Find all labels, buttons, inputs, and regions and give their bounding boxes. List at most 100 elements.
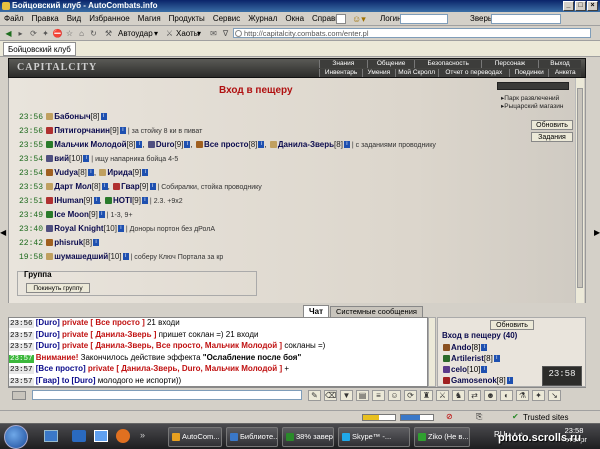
tasks-button[interactable]: Задания bbox=[531, 132, 573, 142]
player-name[interactable]: HOTI bbox=[113, 196, 132, 205]
player-name[interactable]: шумашедший bbox=[54, 252, 108, 261]
menu-item-view[interactable]: Вид bbox=[63, 12, 85, 26]
player-info-icon[interactable]: i bbox=[93, 239, 100, 247]
nav-character[interactable]: Персонаж bbox=[480, 60, 538, 68]
player-name[interactable]: phisruk bbox=[54, 238, 83, 247]
stop-icon[interactable]: ✦ bbox=[40, 28, 51, 39]
menu-item-windows[interactable]: Окна bbox=[281, 12, 308, 26]
show-desktop-icon[interactable] bbox=[44, 430, 58, 442]
taskbar-task[interactable]: Ziko (Не в... bbox=[414, 427, 470, 447]
home-icon[interactable] bbox=[336, 14, 346, 24]
taskbar-task[interactable]: 38% завер... bbox=[282, 427, 334, 447]
online-player[interactable]: celo[10] i bbox=[442, 364, 513, 375]
back-icon[interactable]: ◀ bbox=[3, 28, 14, 39]
nav-skills[interactable]: Умения bbox=[362, 69, 395, 77]
sword-icon[interactable]: ⚔ bbox=[436, 390, 449, 401]
close-button[interactable]: × bbox=[587, 1, 598, 11]
player-name[interactable]: Vudya bbox=[54, 168, 78, 177]
nav-inventory[interactable]: Инвентарь bbox=[319, 69, 363, 77]
player-name[interactable]: Гвар bbox=[121, 182, 139, 191]
menu-item-favorites[interactable]: Избранное bbox=[85, 12, 134, 26]
nav-profile[interactable]: Анкета bbox=[548, 69, 581, 77]
player-info-icon[interactable]: i bbox=[493, 355, 500, 363]
room-link-park[interactable]: ▸Парк развлечений bbox=[501, 95, 559, 103]
player-name[interactable]: IHuman bbox=[54, 196, 83, 205]
player-name[interactable]: Пятигорчанин bbox=[54, 126, 110, 135]
nav-chat[interactable]: Общение bbox=[366, 60, 415, 68]
player-info-icon[interactable]: i bbox=[481, 344, 488, 352]
star-icon[interactable]: ☆ bbox=[64, 28, 75, 39]
forward-icon[interactable]: ▸ bbox=[15, 28, 26, 39]
haoty-dropdown[interactable]: ▾ bbox=[197, 28, 201, 39]
taskbar-task[interactable]: Библиоте... bbox=[226, 427, 278, 447]
online-player[interactable]: Gamosenok[8] i bbox=[442, 375, 513, 386]
chat-author[interactable]: [Duro] bbox=[36, 330, 62, 339]
chat-private-recipients[interactable]: private [ Все просто ] bbox=[62, 318, 147, 327]
menu-item-edit[interactable]: Правка bbox=[28, 12, 63, 26]
chat-author[interactable]: [Duro] bbox=[36, 341, 62, 350]
nav-exit[interactable]: Выход bbox=[537, 60, 582, 68]
player-info-icon[interactable]: i bbox=[87, 169, 94, 177]
autoudar-button[interactable]: Автоудар bbox=[118, 28, 153, 39]
player-name[interactable]: Ирида bbox=[107, 168, 132, 177]
page-scroll-thumb[interactable] bbox=[577, 88, 583, 288]
menu-item-magic[interactable]: Магия bbox=[134, 12, 165, 26]
minimize-button[interactable]: _ bbox=[563, 1, 574, 11]
chat-time[interactable]: 23:57 bbox=[9, 366, 34, 374]
potion-icon[interactable]: ⚗ bbox=[516, 390, 529, 401]
chat-scrollbar[interactable] bbox=[428, 317, 436, 387]
smiles-icon[interactable]: ☺ bbox=[388, 390, 401, 401]
online-player-name[interactable]: Ando bbox=[451, 343, 471, 352]
chat-mode-icon[interactable] bbox=[12, 391, 26, 400]
login-input[interactable] bbox=[400, 14, 448, 24]
chat-time[interactable]: 23:57 bbox=[9, 377, 34, 386]
player-info-icon[interactable]: i bbox=[93, 197, 100, 205]
smile-icon[interactable]: ☺▾ bbox=[352, 14, 366, 24]
player-name[interactable]: вий bbox=[54, 154, 69, 163]
player-name[interactable]: Бабоныч bbox=[54, 112, 90, 121]
player-info-icon[interactable]: i bbox=[184, 141, 191, 149]
chat-author[interactable]: [Duro] bbox=[36, 318, 62, 327]
cycle-icon[interactable]: ↻ bbox=[88, 28, 99, 39]
tab-system-messages[interactable]: Системные сообщения bbox=[330, 306, 423, 317]
chat-time[interactable]: 23:56 bbox=[9, 320, 34, 328]
online-player-name[interactable]: Gamosenok bbox=[451, 376, 497, 385]
refresh-icon[interactable]: ⟳ bbox=[28, 28, 39, 39]
mail-icon[interactable]: ✉ bbox=[208, 28, 219, 39]
tab-chat[interactable]: Чат bbox=[303, 305, 329, 317]
chat-mode-icon[interactable]: ▤ bbox=[356, 390, 369, 401]
sort-icon[interactable]: ≡ bbox=[372, 390, 385, 401]
chat-time[interactable]: 23:57 bbox=[9, 343, 34, 351]
quicklaunch-window-icon[interactable] bbox=[94, 430, 108, 442]
chat-private-recipients[interactable]: private [ Данила-Зверь, Duro, Мальчик Мо… bbox=[88, 364, 284, 373]
nav-transfer-report[interactable]: Отчет о переводах bbox=[437, 69, 509, 77]
start-button[interactable] bbox=[4, 425, 28, 449]
pencil-icon[interactable]: ✎ bbox=[308, 390, 321, 401]
online-refresh-button[interactable]: Обновить bbox=[490, 320, 534, 330]
player-name[interactable]: Данила-Зверь bbox=[278, 140, 334, 149]
player-name[interactable]: Ice Moon bbox=[54, 210, 89, 219]
mask-icon[interactable]: ◐ bbox=[500, 390, 513, 401]
face-icon[interactable]: ☻ bbox=[484, 390, 497, 401]
home-toolbar-icon[interactable]: ⌂ bbox=[76, 28, 87, 39]
online-player[interactable]: Artilerist[8] i bbox=[442, 353, 513, 364]
taskbar-task[interactable]: AutoCom... bbox=[168, 427, 222, 447]
haoty-button[interactable]: Хаоты bbox=[176, 28, 199, 39]
player-info-icon[interactable]: i bbox=[142, 169, 149, 177]
quicklaunch-ie-icon[interactable] bbox=[72, 430, 86, 442]
chat-author[interactable]: [Все просто] bbox=[36, 364, 88, 373]
refresh-button[interactable]: Обновить bbox=[531, 120, 573, 130]
trade-icon[interactable]: ⇄ bbox=[468, 390, 481, 401]
address-bar[interactable]: http://capitalcity.combats.com/enter.pl bbox=[233, 28, 591, 38]
block-icon[interactable]: ⛔ bbox=[52, 28, 63, 39]
nav-duels[interactable]: Поединки bbox=[508, 69, 549, 77]
zver-select[interactable] bbox=[491, 14, 561, 24]
online-player-name[interactable]: Artilerist bbox=[451, 354, 484, 363]
nav-my-scroll[interactable]: Мой Скролл bbox=[394, 69, 438, 77]
player-info-icon[interactable]: i bbox=[258, 141, 265, 149]
maximize-button[interactable]: □ bbox=[575, 1, 586, 11]
chat-private-recipients[interactable]: private [ Данила-Зверь ] bbox=[62, 330, 159, 339]
menu-item-journal[interactable]: Журнал bbox=[244, 12, 281, 26]
exit-icon[interactable]: ↘ bbox=[548, 390, 561, 401]
filter-icon[interactable]: ∇ bbox=[220, 28, 231, 39]
